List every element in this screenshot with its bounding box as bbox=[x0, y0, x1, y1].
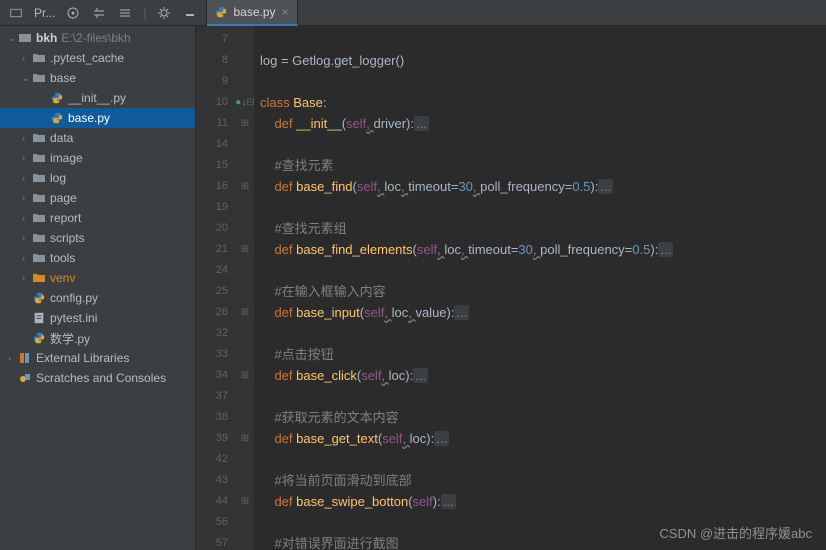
editor-tabs: base.py × bbox=[207, 0, 297, 26]
project-tool-icon[interactable] bbox=[8, 5, 24, 21]
expand-all-icon[interactable] bbox=[91, 5, 107, 21]
fold-column[interactable]: ●↓⊟⊞⊞⊞⊞⊞⊞⊞ bbox=[236, 26, 254, 550]
close-icon[interactable]: × bbox=[282, 5, 289, 19]
tree-item[interactable]: ›scripts bbox=[0, 228, 195, 248]
watermark: CSDN @进击的程序媛abc bbox=[659, 523, 812, 542]
tree-item[interactable]: ⌄base bbox=[0, 68, 195, 88]
tree-item[interactable]: ›data bbox=[0, 128, 195, 148]
collapse-all-icon[interactable] bbox=[117, 5, 133, 21]
tree-item[interactable]: ›tools bbox=[0, 248, 195, 268]
target-icon[interactable] bbox=[65, 5, 81, 21]
tree-item[interactable]: ›image bbox=[0, 148, 195, 168]
tree-item[interactable]: ›venv bbox=[0, 268, 195, 288]
tab-filename: base.py bbox=[233, 5, 275, 19]
project-tree[interactable]: ⌄ bkh E:\2-files\bkh ›.pytest_cache⌄base… bbox=[0, 26, 196, 550]
tree-item[interactable]: ›log bbox=[0, 168, 195, 188]
external-libraries[interactable]: › External Libraries bbox=[0, 348, 195, 368]
line-gutter: 7891011141516192021242526323334373839424… bbox=[196, 26, 236, 550]
tree-item[interactable]: config.py bbox=[0, 288, 195, 308]
code-editor[interactable]: 7891011141516192021242526323334373839424… bbox=[196, 26, 826, 550]
tree-root[interactable]: ⌄ bkh E:\2-files\bkh bbox=[0, 28, 195, 48]
code-body[interactable]: log = Getlog.get_logger()class Base: def… bbox=[254, 26, 826, 550]
tab-base-py[interactable]: base.py × bbox=[207, 0, 297, 26]
project-label[interactable]: Pr... bbox=[34, 6, 55, 20]
tree-item[interactable]: 数学.py bbox=[0, 328, 195, 348]
tree-item[interactable]: ›page bbox=[0, 188, 195, 208]
tree-item[interactable]: ›report bbox=[0, 208, 195, 228]
tree-item[interactable]: ›.pytest_cache bbox=[0, 48, 195, 68]
gear-icon[interactable] bbox=[156, 5, 172, 21]
top-toolbar: Pr... | base.py × bbox=[0, 0, 826, 26]
tree-item[interactable]: pytest.ini bbox=[0, 308, 195, 328]
scratches[interactable]: Scratches and Consoles bbox=[0, 368, 195, 388]
tree-item[interactable]: base.py bbox=[0, 108, 195, 128]
tree-item[interactable]: __init__.py bbox=[0, 88, 195, 108]
python-icon bbox=[215, 6, 227, 18]
minimize-icon[interactable] bbox=[182, 5, 198, 21]
